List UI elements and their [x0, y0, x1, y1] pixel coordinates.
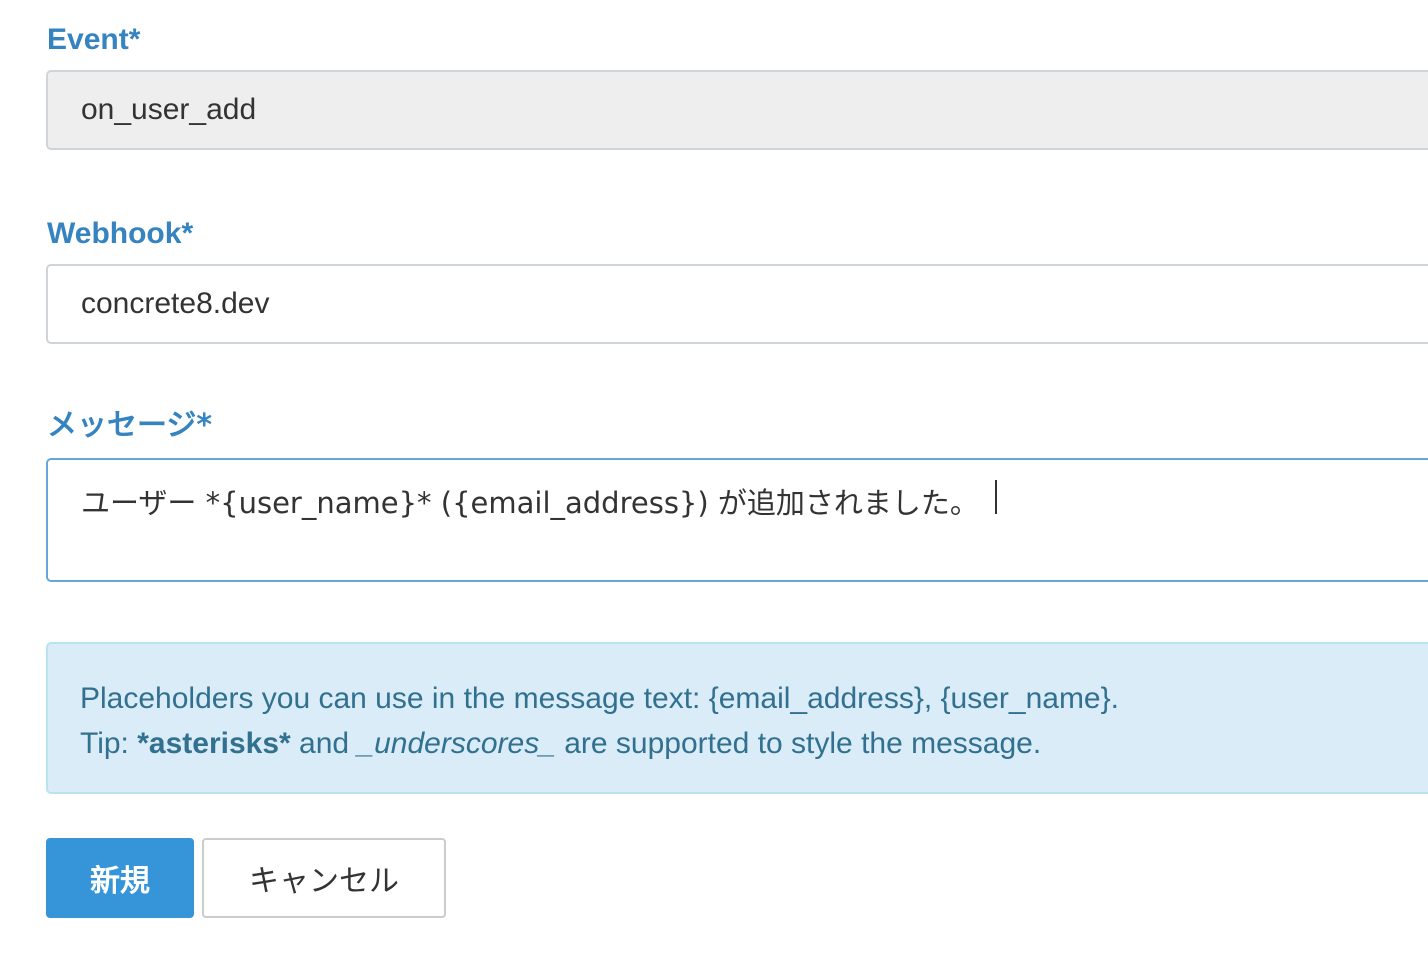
event-field[interactable]: on_user_add: [46, 70, 1428, 150]
tip-italic-example: _underscores_: [357, 727, 556, 760]
cancel-button[interactable]: キャンセル: [202, 838, 446, 918]
message-label: メッセージ*: [47, 408, 213, 443]
info-line-placeholders: Placeholders you can use in the message …: [80, 682, 1119, 715]
webhook-label: Webhook*: [47, 217, 194, 250]
info-line-tip: Tip: *asterisks* and _underscores_ are s…: [80, 721, 1428, 766]
text-caret: [994, 480, 997, 514]
tip-suffix: are supported to style the message.: [555, 727, 1042, 760]
message-textarea[interactable]: ユーザー *{user_name}* ({email_address}) が追加…: [46, 458, 1428, 582]
message-value: ユーザー *{user_name}* ({email_address}) が追加…: [81, 486, 979, 520]
webhook-value: concrete8.dev: [81, 287, 270, 320]
submit-button[interactable]: 新規: [46, 838, 194, 918]
tip-prefix: Tip:: [80, 727, 138, 760]
event-label: Event*: [47, 23, 141, 56]
webhook-form-page: Event* on_user_add Webhook* concrete8.de…: [0, 0, 1428, 958]
tip-and: and: [290, 727, 358, 760]
event-value: on_user_add: [81, 93, 257, 126]
webhook-input[interactable]: concrete8.dev: [46, 264, 1428, 344]
tip-bold-example: *asterisks*: [137, 727, 291, 760]
placeholder-info-alert: Placeholders you can use in the message …: [46, 642, 1428, 794]
